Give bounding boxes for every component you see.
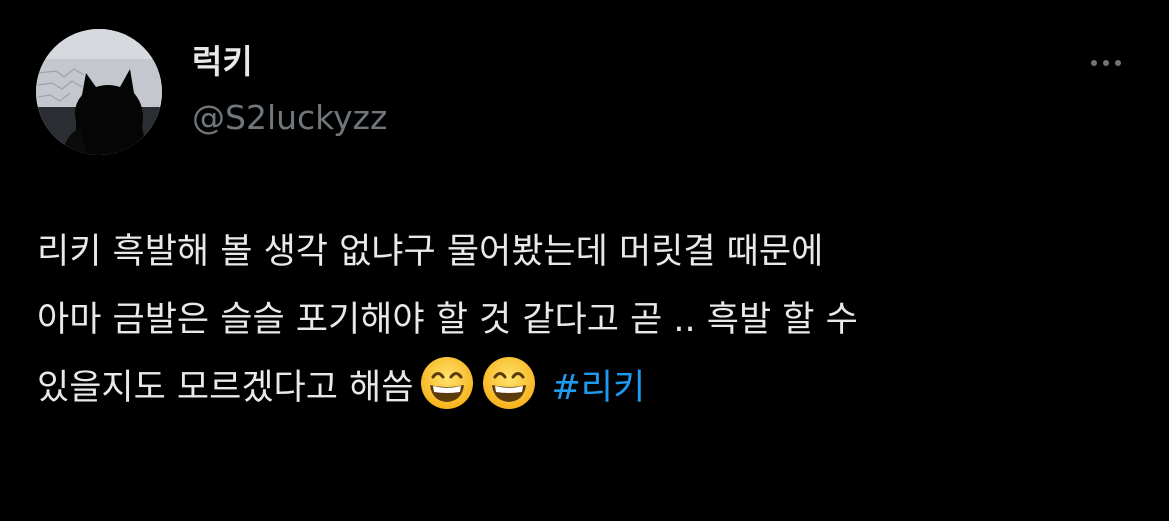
tweet-card: 럭키 @S2luckyzz 리키 흑발해 볼 생각 없냐구 물어봤는데 머릿결 … [0, 0, 1169, 521]
more-options-icon [1091, 60, 1097, 66]
more-options-icon-dot [1103, 60, 1109, 66]
tweet-text-line-last: 있을지도 모르겠다고 해씀 #리키 [37, 354, 1137, 422]
cat-silhouette-avatar-icon [36, 29, 162, 155]
avatar[interactable] [36, 29, 162, 155]
grinning-face-emoji-icon [419, 355, 475, 411]
tweet-text-line: 아마 금발은 슬슬 포기해야 할 것 같다고 곧 .. 흑발 할 수 [37, 300, 858, 340]
more-options-icon-dot [1115, 60, 1121, 66]
grinning-face-emoji-icon [481, 355, 537, 411]
user-handle[interactable]: @S2luckyzz [192, 96, 387, 140]
tweet-text-line: 리키 흑발해 볼 생각 없냐구 물어봤는데 머릿결 때문에 [37, 232, 824, 272]
tweet-body: 리키 흑발해 볼 생각 없냐구 물어봤는데 머릿결 때문에 아마 금발은 슬슬 … [37, 218, 1137, 422]
hashtag-link[interactable]: #리키 [551, 368, 645, 408]
tweet-text-fragment: 있을지도 모르겠다고 해씀 [37, 368, 414, 408]
more-options-button[interactable] [1080, 48, 1132, 78]
display-name[interactable]: 럭키 [192, 40, 253, 84]
